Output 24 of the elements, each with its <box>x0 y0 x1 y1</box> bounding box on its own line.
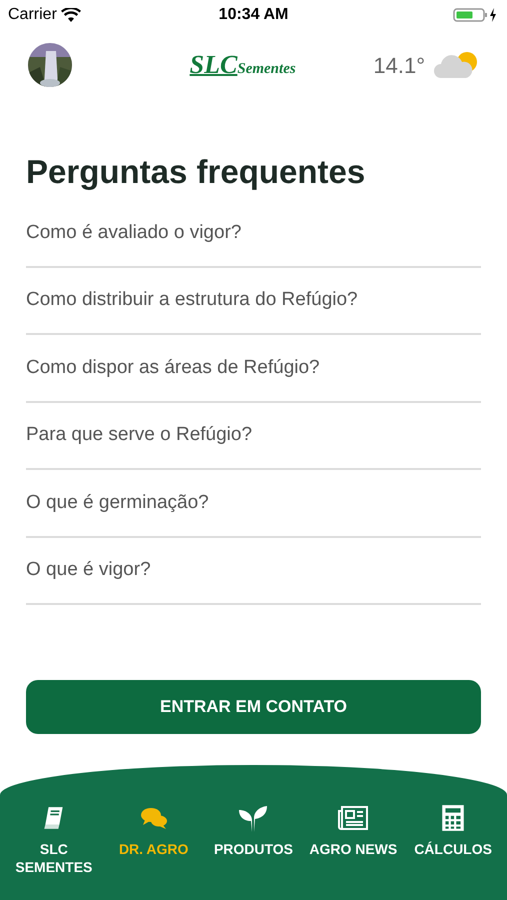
faq-item[interactable]: Como é avaliado o vigor? <box>26 200 481 268</box>
tab[interactable]: PRODUTOS <box>205 803 302 858</box>
logo: SLCSementes <box>190 52 296 78</box>
faq-item[interactable]: Como distribuir a estrutura do Refúgio? <box>26 268 481 335</box>
tab[interactable]: AGRO NEWS <box>305 803 402 858</box>
battery-charging-icon <box>453 7 499 23</box>
faq-item[interactable]: O que é germinação? <box>26 470 481 538</box>
newspaper-icon <box>337 805 370 831</box>
tab[interactable]: CÁLCULOS <box>405 803 502 858</box>
sprout-icon <box>238 804 268 832</box>
faq-item[interactable]: Como dispor as áreas de Refúgio? <box>26 335 481 402</box>
temperature-label: 14.1° <box>373 52 425 80</box>
partly-cloudy-icon <box>433 50 479 80</box>
chat-bubbles-icon <box>140 805 168 831</box>
calculator-icon <box>440 804 466 832</box>
avatar[interactable] <box>28 43 72 87</box>
faq-item[interactable]: Para que serve o Refúgio? <box>26 402 481 470</box>
wifi-icon <box>60 8 81 22</box>
carrier-label: Carrier <box>8 5 57 25</box>
faq-item[interactable]: O que é vigor? <box>26 538 481 605</box>
status-time: 10:34 AM <box>218 5 288 25</box>
page-title: Perguntas frequentes <box>25 155 366 188</box>
tab[interactable]: SLC SEMENTES <box>6 803 102 876</box>
contact-button[interactable]: ENTRAR EM CONTATO <box>26 680 481 734</box>
